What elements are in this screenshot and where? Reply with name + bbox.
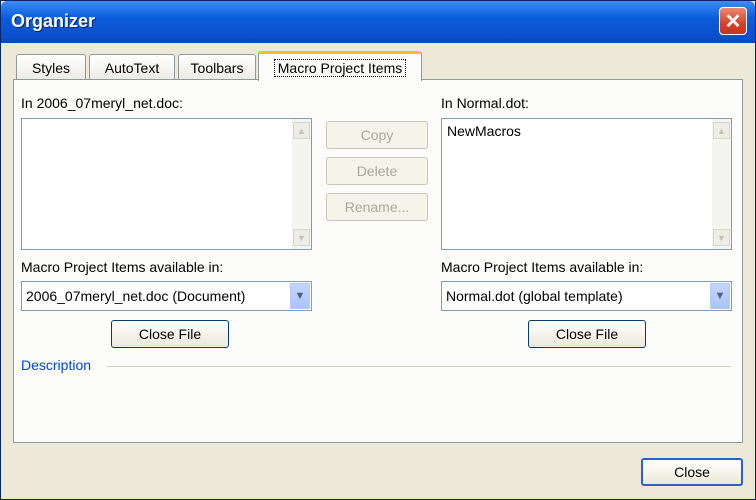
tab-macro-project-items[interactable]: Macro Project Items (258, 51, 422, 81)
chevron-down-icon[interactable]: ▼ (290, 283, 310, 309)
description-divider (107, 366, 731, 367)
tab-toolbars[interactable]: Toolbars (178, 54, 256, 80)
copy-button[interactable]: Copy (326, 121, 428, 149)
scroll-down-icon[interactable]: ▼ (713, 229, 730, 246)
description-label: Description (21, 357, 92, 373)
left-list-label: In 2006_07meryl_net.doc: (21, 95, 183, 111)
tab-autotext[interactable]: AutoText (89, 54, 175, 80)
right-close-file-button[interactable]: Close File (528, 320, 646, 348)
right-list-scrollbar[interactable]: ▲ ▼ (712, 119, 731, 249)
tab-autotext-label: AutoText (104, 59, 160, 76)
left-close-file-button[interactable]: Close File (111, 320, 229, 348)
right-macro-list[interactable]: NewMacros ▲ ▼ (441, 118, 732, 250)
delete-button[interactable]: Delete (326, 157, 428, 185)
tab-toolbars-label: Toolbars (190, 59, 244, 76)
right-available-value: Normal.dot (global template) (446, 288, 623, 304)
chevron-down-icon[interactable]: ▼ (710, 283, 730, 309)
left-macro-list[interactable]: ▲ ▼ (21, 118, 312, 250)
right-available-label: Macro Project Items available in: (441, 259, 644, 275)
tab-styles[interactable]: Styles (16, 54, 86, 80)
window-close-icon[interactable]: ✕ (719, 7, 747, 35)
list-item[interactable]: NewMacros (447, 123, 521, 139)
right-available-select[interactable]: Normal.dot (global template) ▼ (441, 281, 732, 311)
window-title: Organizer (11, 11, 96, 31)
left-available-label: Macro Project Items available in: (21, 259, 224, 275)
tab-styles-label: Styles (31, 59, 71, 76)
close-button[interactable]: Close (641, 458, 743, 486)
scroll-up-icon[interactable]: ▲ (713, 122, 730, 139)
scroll-down-icon[interactable]: ▼ (293, 229, 310, 246)
title-bar: Organizer ✕ (1, 1, 755, 43)
tab-macro-project-items-label: Macro Project Items (273, 58, 407, 77)
scroll-up-icon[interactable]: ▲ (293, 122, 310, 139)
left-available-value: 2006_07meryl_net.doc (Document) (26, 288, 246, 304)
right-list-label: In Normal.dot: (441, 95, 529, 111)
left-list-scrollbar[interactable]: ▲ ▼ (292, 119, 311, 249)
organizer-dialog: Organizer ✕ Styles AutoText Toolbars Mac… (0, 0, 756, 500)
rename-button[interactable]: Rename... (326, 193, 428, 221)
left-available-select[interactable]: 2006_07meryl_net.doc (Document) ▼ (21, 281, 312, 311)
